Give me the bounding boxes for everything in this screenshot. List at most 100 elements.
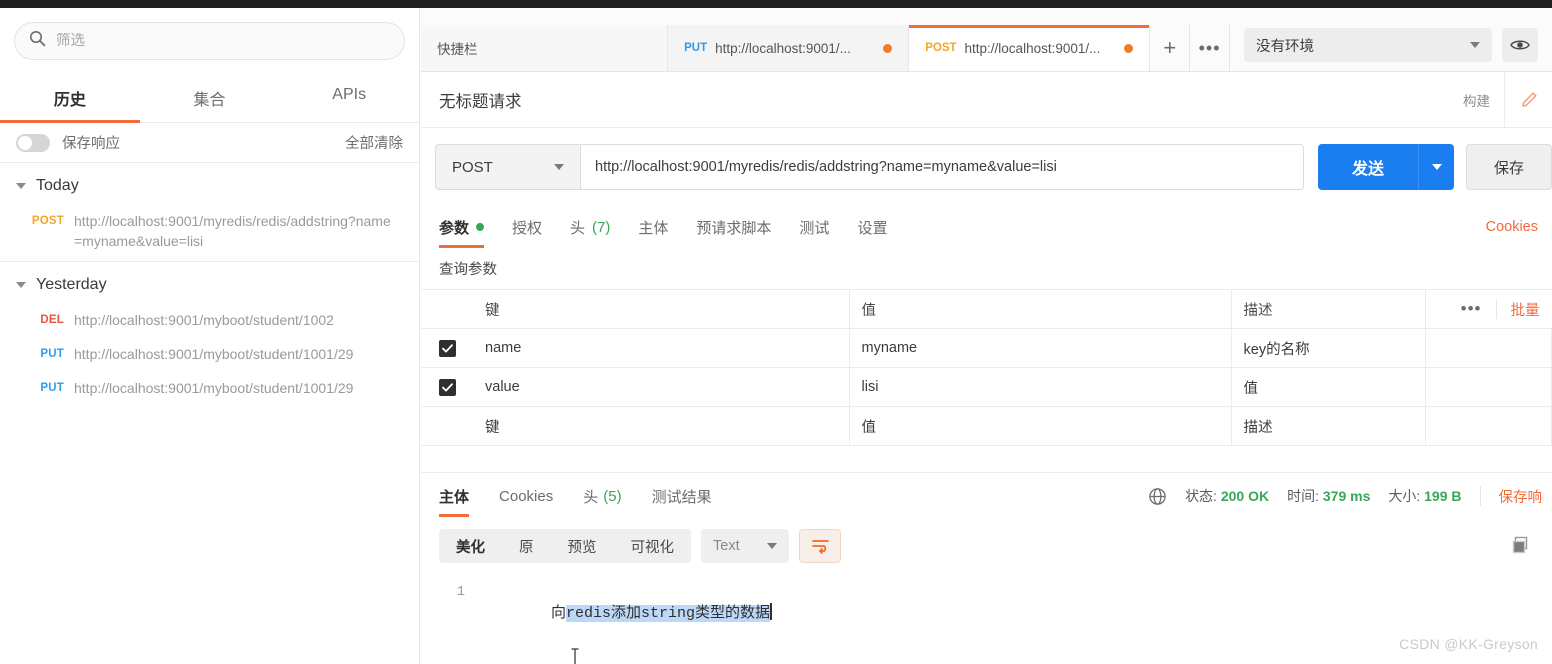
history-item-method: DEL xyxy=(40,314,64,326)
tab-headers-count: (7) xyxy=(592,218,611,236)
response-format-label: Text xyxy=(713,538,740,554)
tab-headers-label: 头 xyxy=(570,219,586,237)
save-responses-label: 保存响应 xyxy=(62,136,120,152)
tab-pre-request-script[interactable]: 预请求脚本 xyxy=(696,204,787,250)
response-tab-test-results[interactable]: 测试结果 xyxy=(652,473,712,519)
save-response-button[interactable]: 保存响 xyxy=(1499,486,1543,507)
request-title[interactable]: 无标题请求 xyxy=(439,88,522,112)
row-description[interactable]: 值 xyxy=(1231,367,1426,407)
http-method-selector[interactable]: POST xyxy=(435,144,580,190)
build-label[interactable]: 构建 xyxy=(1463,90,1504,110)
environment-quick-look-button[interactable] xyxy=(1502,28,1538,62)
row-description[interactable]: key的名称 xyxy=(1231,328,1426,368)
row-checkbox-cell xyxy=(421,367,473,407)
line-number-gutter: 1 xyxy=(439,581,479,603)
params-active-dot-icon xyxy=(476,223,485,231)
chevron-down-icon xyxy=(1470,42,1480,48)
row-key[interactable]: value xyxy=(473,367,850,407)
response-status-area: 状态: 200 OK 时间: 379 ms 大小: 199 B 保存响 xyxy=(1148,486,1552,507)
row-checkbox[interactable] xyxy=(438,378,456,396)
history-item-url: http://localhost:9001/myboot/student/100… xyxy=(74,380,354,396)
header-actions: ••• 批量 xyxy=(1425,289,1552,329)
status-group: 状态: 200 OK xyxy=(1185,486,1269,506)
tab-put-request[interactable]: PUT http://localhost:9001/... xyxy=(668,25,910,71)
view-mode-preview[interactable]: 预览 xyxy=(551,529,614,563)
history-item[interactable]: PUT http://localhost:9001/myboot/student… xyxy=(0,372,419,406)
view-mode-pretty-label: 美化 xyxy=(456,539,485,556)
history-item[interactable]: DEL http://localhost:9001/myboot/student… xyxy=(0,304,419,338)
wrap-lines-button[interactable] xyxy=(799,529,841,563)
copy-icon xyxy=(1512,536,1528,554)
tab-pre-request-script-label: 预请求脚本 xyxy=(696,219,772,237)
bulk-edit-link[interactable]: 批量 xyxy=(1511,299,1540,320)
response-body-editor[interactable]: 1 向redis添加string类型的数据 xyxy=(421,571,1552,664)
size-label: 大小: xyxy=(1388,488,1421,504)
header-value: 值 xyxy=(849,289,1232,329)
history-item[interactable]: PUT http://localhost:9001/myboot/student… xyxy=(0,338,419,372)
save-responses-toggle[interactable] xyxy=(16,133,50,152)
view-mode-pretty[interactable]: 美化 xyxy=(439,529,502,563)
divider xyxy=(1495,299,1497,319)
response-toolbar: 美化 原 预览 可视化 Text xyxy=(421,519,1552,571)
tab-headers[interactable]: 头 (7) xyxy=(570,204,626,250)
tab-tests[interactable]: 测试 xyxy=(799,204,845,250)
sidebar-tab-collections[interactable]: 集合 xyxy=(140,76,280,122)
history-item-url: http://localhost:9001/myredis/redis/adds… xyxy=(74,213,391,249)
row-value-placeholder[interactable]: 值 xyxy=(849,406,1232,446)
cookies-link[interactable]: Cookies xyxy=(1486,219,1552,235)
search-input[interactable] xyxy=(56,33,390,49)
response-tab-body[interactable]: 主体 xyxy=(439,473,470,519)
tab-post-request[interactable]: POST http://localhost:9001/... xyxy=(909,25,1151,71)
tab-settings[interactable]: 设置 xyxy=(857,204,903,250)
response-body-line[interactable]: 向redis添加string类型的数据 xyxy=(479,581,773,664)
response-tab-cookies[interactable]: Cookies xyxy=(499,473,553,519)
table-row: value lisi 值 xyxy=(421,367,1552,407)
add-tab-button[interactable]: + xyxy=(1150,25,1191,71)
tab-url-label: http://localhost:9001/... xyxy=(964,40,1101,56)
tab-authorization[interactable]: 授权 xyxy=(512,204,558,250)
row-key[interactable]: name xyxy=(473,328,850,368)
text-caret xyxy=(770,603,773,620)
url-input[interactable] xyxy=(580,144,1304,190)
eye-icon xyxy=(1510,40,1530,50)
tab-params[interactable]: 参数 xyxy=(439,204,500,250)
chevron-down-icon xyxy=(554,164,564,170)
response-tab-headers[interactable]: 头 (5) xyxy=(583,473,621,519)
history-group-today[interactable]: Today xyxy=(0,163,419,205)
tab-options-button[interactable]: ••• xyxy=(1190,25,1230,71)
send-options-button[interactable] xyxy=(1418,144,1454,190)
edit-request-button[interactable] xyxy=(1504,71,1552,128)
sidebar: 历史 集合 APIs 保存响应 全部清除 Today POST http://l… xyxy=(0,8,420,664)
tab-body[interactable]: 主体 xyxy=(638,204,684,250)
history-item[interactable]: POST http://localhost:9001/myredis/redis… xyxy=(0,205,419,257)
history-item-method: PUT xyxy=(40,348,64,360)
history-item-method: POST xyxy=(31,215,64,227)
history-group-yesterday[interactable]: Yesterday xyxy=(0,262,419,304)
watermark: CSDN @KK-Greyson xyxy=(1399,636,1538,652)
view-mode-visualize[interactable]: 可视化 xyxy=(614,529,692,563)
send-button[interactable]: 发送 xyxy=(1318,144,1418,190)
tab-shortcut-bar[interactable]: 快捷栏 xyxy=(421,25,669,71)
table-more-button[interactable]: ••• xyxy=(1461,299,1482,319)
row-description-placeholder[interactable]: 描述 xyxy=(1231,406,1426,446)
row-value[interactable]: lisi xyxy=(849,367,1232,407)
clear-all-button[interactable]: 全部清除 xyxy=(345,132,403,153)
search-box[interactable] xyxy=(14,22,405,60)
environment-selector[interactable]: 没有环境 xyxy=(1244,28,1492,62)
row-value[interactable]: myname xyxy=(849,328,1232,368)
sidebar-tabs: 历史 集合 APIs xyxy=(0,76,419,123)
row-key-placeholder[interactable]: 键 xyxy=(473,406,850,446)
view-mode-preview-label: 预览 xyxy=(567,539,597,556)
view-mode-raw[interactable]: 原 xyxy=(502,529,551,563)
sidebar-tab-apis[interactable]: APIs xyxy=(279,76,419,122)
sidebar-tab-history[interactable]: 历史 xyxy=(0,76,140,123)
check-icon xyxy=(441,343,453,352)
tab-shortcut-bar-label: 快捷栏 xyxy=(437,42,478,57)
row-checkbox[interactable] xyxy=(438,339,456,357)
copy-response-button[interactable] xyxy=(1510,536,1530,556)
view-mode-raw-label: 原 xyxy=(519,539,534,556)
line-number: 1 xyxy=(456,584,465,600)
save-request-button[interactable]: 保存 xyxy=(1466,144,1552,190)
http-method-label: POST xyxy=(452,158,493,176)
response-format-selector[interactable]: Text xyxy=(701,529,789,563)
